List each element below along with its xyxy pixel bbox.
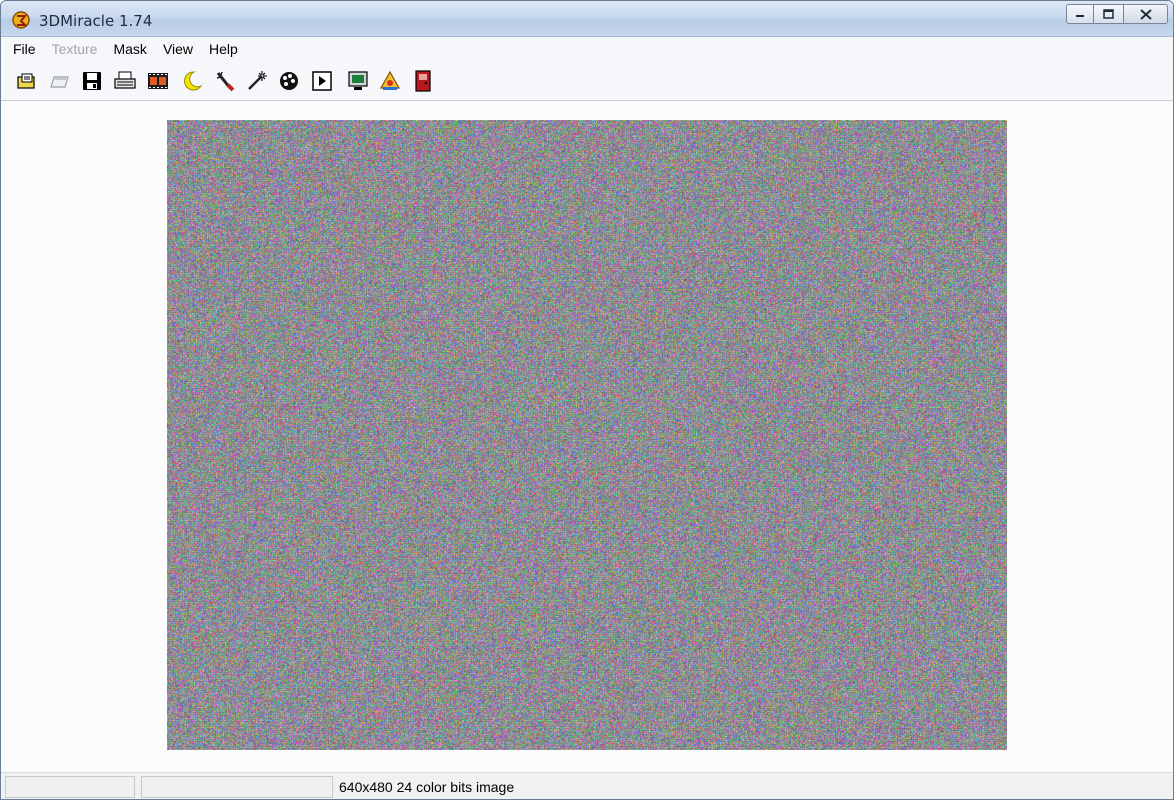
palette-icon	[280, 72, 298, 90]
window-title: 3DMiracle 1.74	[39, 12, 153, 30]
play-icon	[312, 71, 332, 91]
print-icon	[114, 71, 136, 89]
monitor-button[interactable]	[346, 69, 370, 93]
print-button[interactable]	[113, 69, 137, 93]
play-button[interactable]	[310, 69, 334, 93]
status-pane-progress	[141, 776, 333, 798]
open-image-button[interactable]	[15, 69, 39, 93]
menu-file[interactable]: File	[5, 38, 44, 60]
maximize-button[interactable]	[1094, 4, 1124, 24]
window-controls	[1066, 4, 1168, 24]
palette-button[interactable]	[277, 69, 301, 93]
status-bar: 640x480 24 color bits image	[1, 772, 1173, 799]
save-button[interactable]	[80, 69, 104, 93]
magic-wand-button[interactable]	[245, 69, 269, 93]
app-window: 3DMiracle 1.74 File Texture Mask View He…	[0, 0, 1174, 800]
toolbar	[1, 61, 1173, 101]
status-text: 640x480 24 color bits image	[339, 779, 515, 795]
image-view[interactable]	[1, 102, 1173, 772]
close-icon	[1139, 8, 1152, 20]
magic-brush-button[interactable]	[213, 69, 237, 93]
film-strip-button[interactable]	[146, 69, 170, 93]
moon-icon	[184, 71, 203, 91]
magic-wand-icon	[248, 71, 267, 90]
close-button[interactable]	[1124, 4, 1168, 24]
open-image-icon	[17, 73, 35, 89]
minimize-button[interactable]	[1066, 4, 1094, 24]
magic-wand-brush-icon	[216, 71, 235, 92]
title-bar[interactable]: 3DMiracle 1.74	[1, 1, 1173, 37]
save-icon	[83, 72, 101, 90]
monitor-icon	[348, 71, 368, 90]
exit-button[interactable]	[411, 69, 435, 93]
minimize-icon	[1076, 15, 1084, 17]
open-texture-button	[48, 69, 72, 93]
paint-bucket-button[interactable]	[378, 69, 402, 93]
app-logo-icon	[12, 11, 30, 29]
paint-bucket-icon	[379, 70, 401, 90]
menu-mask[interactable]: Mask	[105, 38, 154, 60]
moon-button[interactable]	[180, 69, 204, 93]
stereogram-image	[167, 120, 1007, 750]
menu-help[interactable]: Help	[201, 38, 246, 60]
menu-texture: Texture	[51, 41, 98, 57]
film-strip-icon	[148, 73, 168, 89]
menu-view[interactable]: View	[155, 38, 201, 60]
menu-bar: File Texture Mask View Help	[1, 37, 1173, 61]
status-pane-1	[5, 776, 135, 798]
exit-door-icon	[415, 70, 431, 92]
open-texture-icon	[50, 76, 69, 88]
maximize-icon	[1103, 9, 1114, 19]
